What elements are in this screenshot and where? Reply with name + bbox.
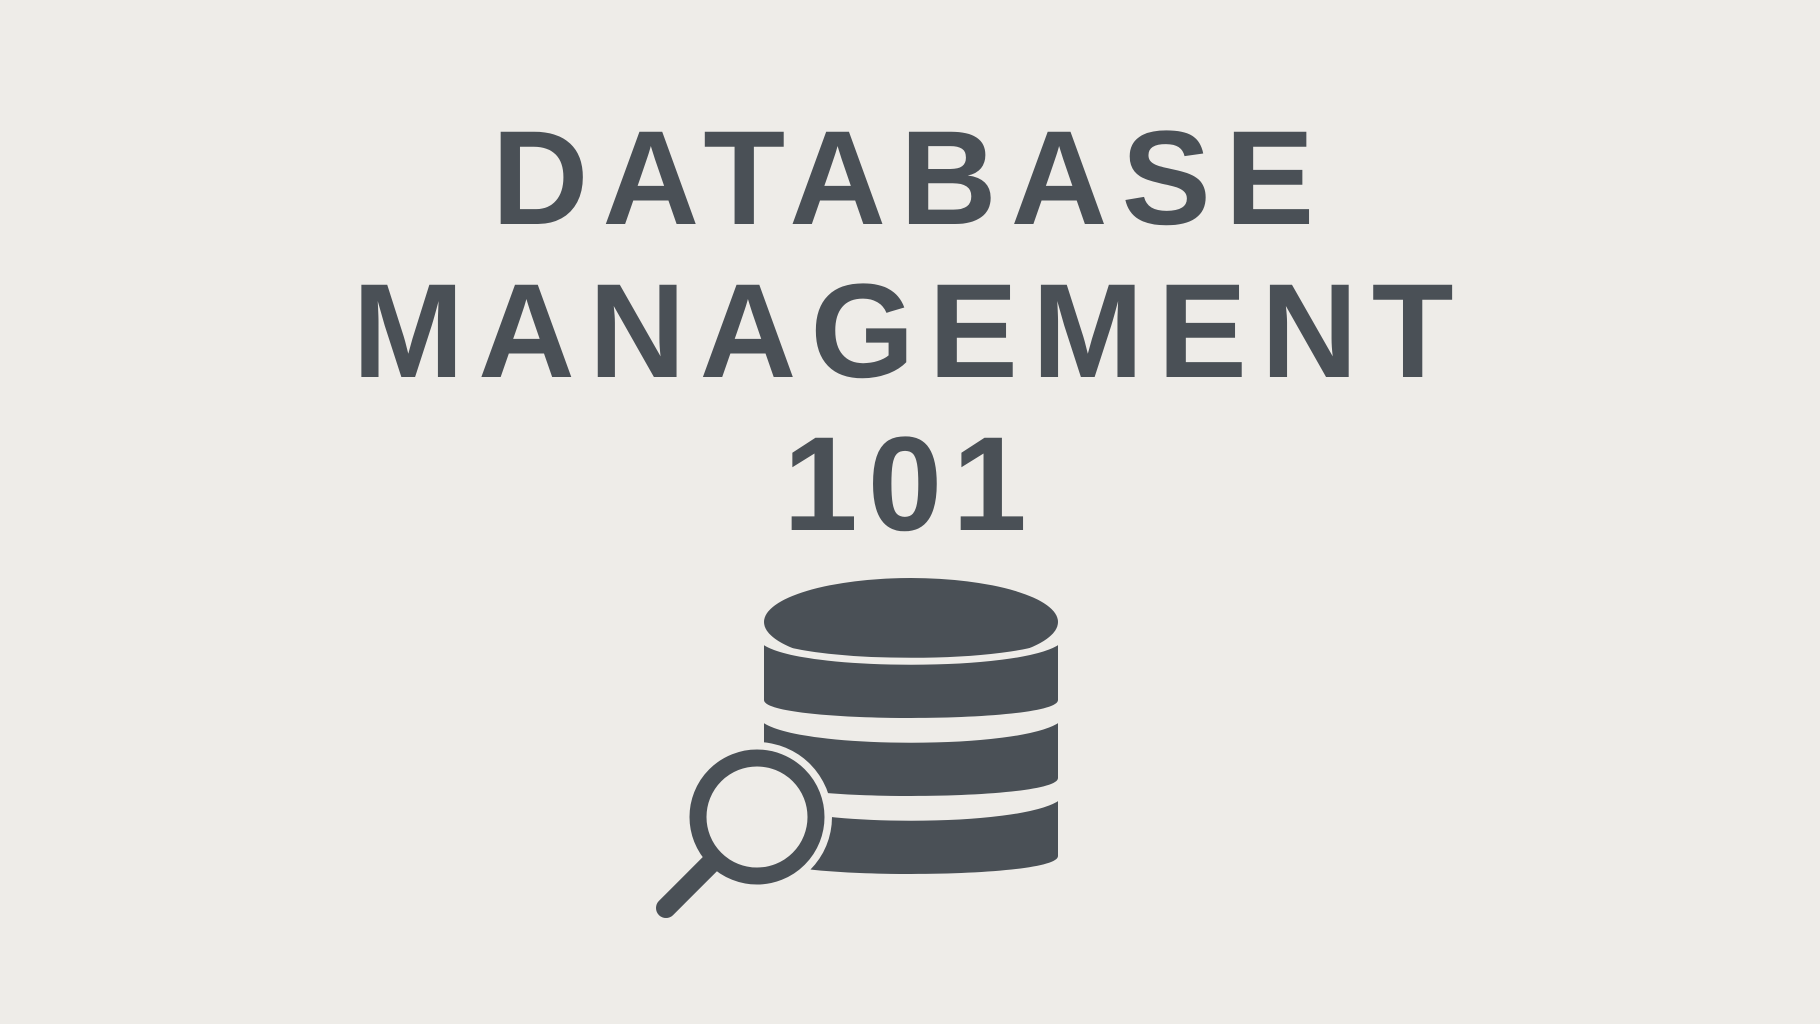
title-line-3: 101 bbox=[783, 410, 1037, 559]
cover-canvas: DATABASE MANAGEMENT 101 bbox=[0, 0, 1820, 1024]
title-line-1: DATABASE bbox=[491, 104, 1329, 253]
page-title: DATABASE MANAGEMENT 101 bbox=[0, 102, 1820, 561]
database-search-icon bbox=[656, 578, 1061, 918]
title-line-2: MANAGEMENT bbox=[352, 257, 1468, 406]
